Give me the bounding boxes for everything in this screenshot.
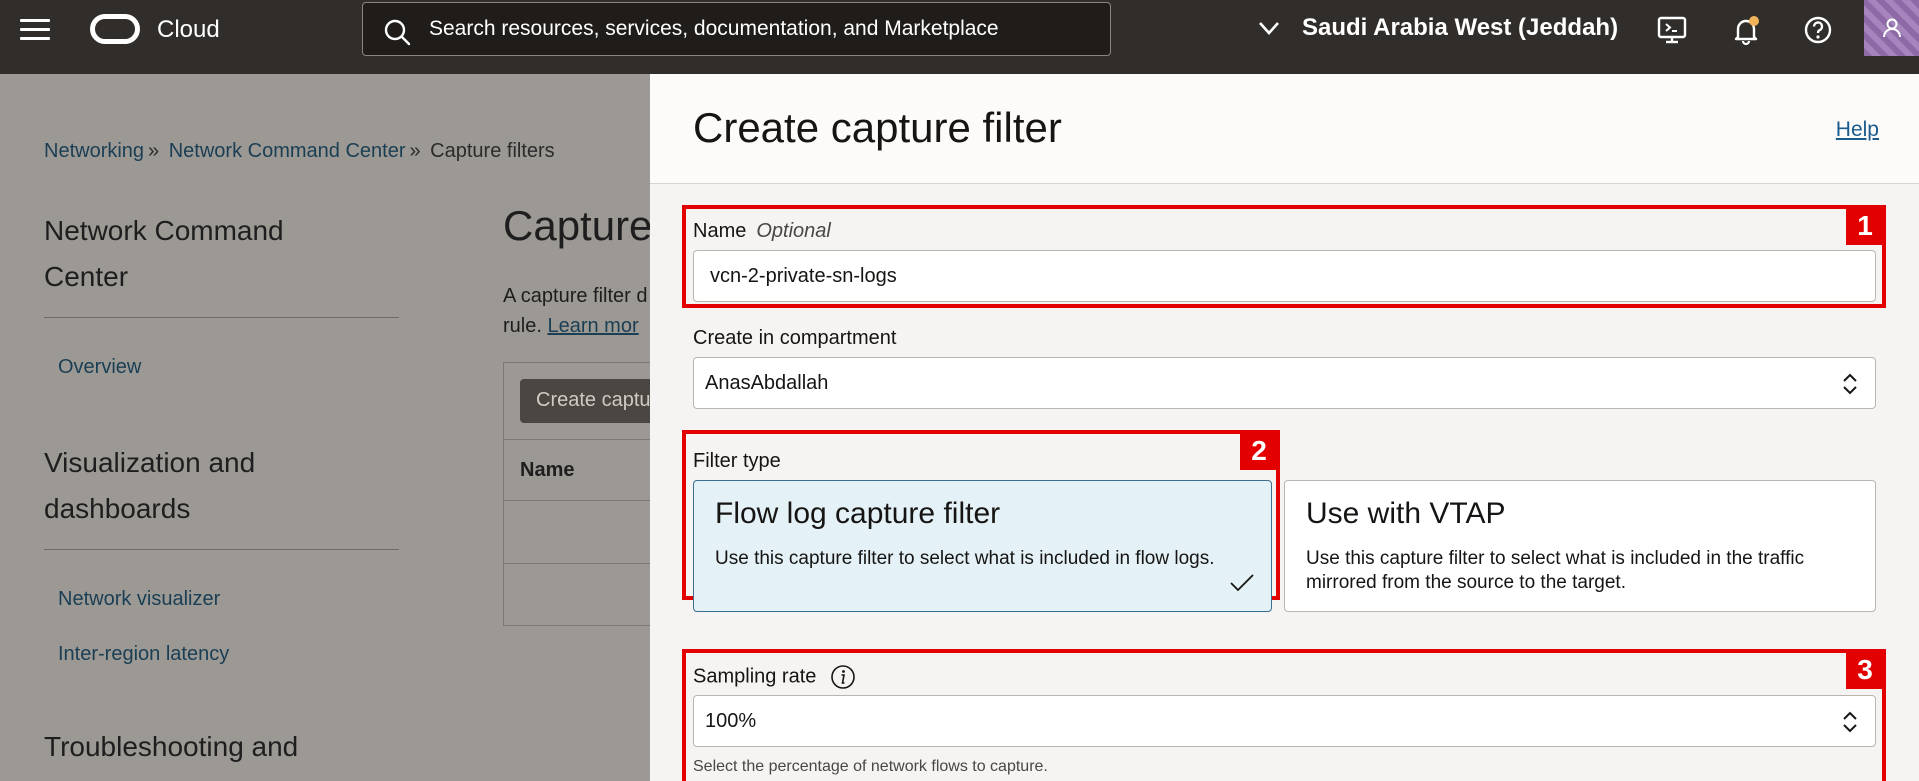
sidebar-item-inter-region-latency[interactable]: Inter-region latency: [58, 643, 229, 666]
page-intro-line-2: rule. Learn mor: [503, 315, 639, 337]
sidebar-heading-troubleshooting: Troubleshooting and: [44, 731, 299, 762]
sidebar-heading-visualization: Visualization and dashboards: [44, 447, 256, 524]
cloud-shell-icon[interactable]: [1656, 14, 1688, 46]
compartment-select[interactable]: AnasAbdallah: [693, 357, 1876, 409]
option-title: Use with VTAP: [1306, 497, 1506, 530]
background-page: Networking» Network Command Center» Capt…: [0, 74, 650, 781]
breadcrumb: Networking» Network Command Center» Capt…: [44, 140, 555, 162]
panel-title: Create capture filter: [693, 104, 1062, 151]
learn-more-link[interactable]: Learn mor: [547, 315, 638, 337]
breadcrumb-network-command-center[interactable]: Network Command Center: [169, 140, 406, 162]
breadcrumb-networking[interactable]: Networking: [44, 140, 144, 162]
search-icon: [384, 19, 411, 46]
sampling-rate-help-text: Select the percentage of network flows t…: [693, 758, 1048, 775]
sidebar-item-overview[interactable]: Overview: [58, 356, 141, 379]
page-intro-line-1: A capture filter d: [503, 285, 648, 307]
sampling-rate-label: Sampling rate: [693, 664, 856, 690]
callout-number-1: 1: [1846, 207, 1884, 245]
compartment-select-value: AnasAbdallah: [705, 372, 829, 394]
info-icon[interactable]: [830, 664, 856, 690]
region-label: Saudi Arabia West (Jeddah): [1302, 14, 1619, 41]
capture-filters-table: Create captu Name: [503, 362, 650, 626]
brand-name: Cloud: [157, 16, 220, 43]
name-field-label: Name Optional: [693, 220, 831, 242]
top-navigation-bar: Cloud Saudi Arabia West (Jeddah): [0, 0, 1919, 74]
breadcrumb-capture-filters: Capture filters: [430, 140, 555, 162]
search-bar[interactable]: [362, 2, 1111, 56]
chevron-down-icon: [1259, 22, 1279, 35]
sampling-rate-select[interactable]: 100%: [693, 695, 1876, 747]
user-avatar[interactable]: [1864, 0, 1919, 56]
sampling-rate-value: 100%: [705, 710, 757, 732]
table-divider: [504, 439, 650, 440]
sidebar-item-network-visualizer[interactable]: Network visualizer: [58, 588, 220, 611]
divider: [44, 549, 399, 550]
option-description: Use this capture filter to select what i…: [1306, 548, 1805, 593]
select-updown-icon: [1843, 373, 1857, 395]
table-divider: [504, 563, 650, 564]
flow-log-capture-filter-option[interactable]: Flow log capture filter Use this capture…: [693, 480, 1272, 612]
table-header-name: Name: [520, 459, 575, 481]
region-selector[interactable]: Saudi Arabia West (Jeddah): [1256, 14, 1618, 42]
option-title: Flow log capture filter: [715, 497, 1001, 530]
panel-header: Create capture filter Help: [650, 74, 1919, 184]
table-divider: [504, 500, 650, 501]
notifications-bell-icon[interactable]: [1730, 14, 1762, 46]
oracle-logo[interactable]: [90, 14, 140, 44]
sidebar-heading-network-command-center: Network Command Center: [44, 215, 284, 292]
filter-type-label: Filter type: [693, 450, 781, 472]
name-input[interactable]: [693, 250, 1876, 302]
callout-number-2: 2: [1240, 432, 1278, 470]
select-updown-icon: [1843, 711, 1857, 733]
callout-number-3: 3: [1846, 651, 1884, 689]
user-icon: [1882, 18, 1901, 38]
option-description: Use this capture filter to select what i…: [715, 548, 1215, 569]
optional-hint: Optional: [756, 220, 831, 242]
menu-icon[interactable]: [20, 19, 50, 41]
create-capture-filter-panel: Create capture filter Help 1 Name Optiona…: [650, 74, 1919, 781]
create-capture-filter-button[interactable]: Create captu: [520, 379, 650, 423]
checkmark-icon: [1230, 574, 1254, 592]
divider: [44, 317, 399, 318]
help-link[interactable]: Help: [1836, 118, 1879, 142]
search-input[interactable]: [429, 17, 1089, 41]
use-with-vtap-option[interactable]: Use with VTAP Use this capture filter to…: [1284, 480, 1876, 612]
compartment-field-label: Create in compartment: [693, 327, 897, 349]
help-icon[interactable]: [1802, 14, 1834, 46]
page-title: Capture: [503, 202, 650, 249]
